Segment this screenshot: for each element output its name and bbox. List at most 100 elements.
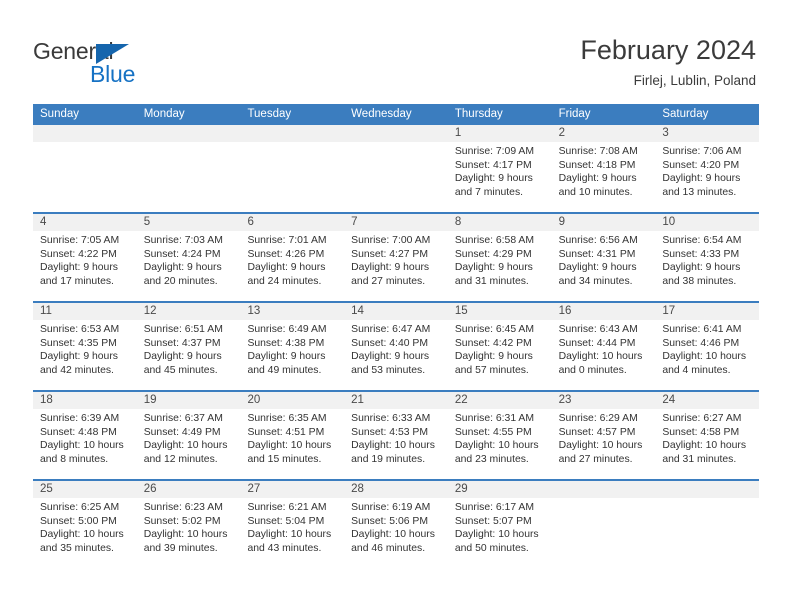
day-number-band: 24 (655, 392, 760, 409)
calendar-day-cell[interactable]: 14 Sunrise: 6:47 AM Sunset: 4:40 PM Dayligh… (344, 303, 448, 390)
page-subtitle: Firlej, Lublin, Poland (633, 73, 756, 88)
day-number-band (33, 125, 137, 142)
day-details (137, 142, 241, 145)
day-number-band: 23 (551, 392, 656, 409)
daylight-text: Daylight: 10 hours (247, 529, 332, 541)
day-number-band: 7 (344, 214, 448, 231)
calendar-day-cell[interactable]: 8 Sunrise: 6:58 AM Sunset: 4:29 PM Daylight… (447, 214, 552, 301)
calendar-day-cell[interactable]: 21 Sunrise: 6:33 AM Sunset: 4:53 PM Dayligh… (344, 392, 448, 479)
daylight-text: Daylight: 10 hours (454, 440, 539, 452)
daylight-text-cont: and 57 minutes. (454, 364, 529, 376)
calendar-day-cell[interactable]: 12 Sunrise: 6:51 AM Sunset: 4:37 PM Dayligh… (136, 303, 241, 390)
daylight-text: Daylight: 9 hours (454, 173, 533, 185)
calendar-day-cell[interactable]: 19 Sunrise: 6:37 AM Sunset: 4:49 PM Dayligh… (136, 392, 241, 479)
calendar-day-cell[interactable]: 24 Sunrise: 6:27 AM Sunset: 4:58 PM Dayligh… (655, 392, 760, 479)
daylight-text: Daylight: 9 hours (247, 351, 326, 363)
calendar-day-cell[interactable]: 3 Sunrise: 7:06 AM Sunset: 4:20 PM Daylight… (655, 125, 760, 212)
calendar-week-row: 4 Sunrise: 7:05 AM Sunset: 4:22 PM Daylight… (33, 212, 760, 301)
daylight-text: Daylight: 9 hours (247, 262, 326, 274)
sunset-text: Sunset: 4:40 PM (351, 337, 428, 349)
day-number: 8 (454, 216, 462, 228)
calendar-day-cell[interactable]: 29 Sunrise: 6:17 AM Sunset: 5:07 PM Dayligh… (447, 481, 552, 568)
day-number-band: 1 (447, 125, 552, 142)
day-details: Sunrise: 6:49 AM Sunset: 4:38 PM Daylight:… (240, 320, 344, 377)
calendar-day-cell[interactable]: 18 Sunrise: 6:39 AM Sunset: 4:48 PM Dayligh… (33, 392, 137, 479)
sunrise-text: Sunrise: 6:49 AM (247, 324, 327, 335)
day-details: Sunrise: 6:37 AM Sunset: 4:49 PM Daylight:… (137, 409, 241, 466)
day-details: Sunrise: 6:47 AM Sunset: 4:40 PM Daylight:… (344, 320, 448, 377)
day-details: Sunrise: 6:53 AM Sunset: 4:35 PM Daylight:… (33, 320, 137, 377)
day-number-band: 18 (33, 392, 137, 409)
sunset-text: Sunset: 4:42 PM (454, 337, 532, 349)
sunset-text: Sunset: 5:07 PM (454, 515, 532, 527)
daylight-text-cont: and 17 minutes. (40, 275, 114, 287)
sunrise-text: Sunrise: 7:08 AM (558, 146, 638, 157)
day-number: 6 (247, 216, 254, 228)
calendar-day-cell[interactable]: 22 Sunrise: 6:31 AM Sunset: 4:55 PM Dayligh… (447, 392, 552, 479)
calendar-day-cell[interactable]: 27 Sunrise: 6:21 AM Sunset: 5:04 PM Dayligh… (240, 481, 345, 568)
sunset-text: Sunset: 4:20 PM (662, 159, 740, 171)
sunset-text: Sunset: 5:06 PM (351, 515, 428, 527)
daylight-text-cont: and 39 minutes. (143, 542, 218, 554)
calendar-day-cell[interactable]: 26 Sunrise: 6:23 AM Sunset: 5:02 PM Dayligh… (136, 481, 241, 568)
calendar-day-cell[interactable]: 4 Sunrise: 7:05 AM Sunset: 4:22 PM Daylight… (33, 214, 137, 301)
daylight-text-cont: and 23 minutes. (454, 453, 529, 465)
sunset-text: Sunset: 4:24 PM (143, 248, 221, 260)
weekday-header-monday: Monday (143, 108, 185, 120)
daylight-text: Daylight: 9 hours (351, 351, 430, 363)
sunrise-text: Sunrise: 6:37 AM (143, 413, 223, 424)
day-details: Sunrise: 6:21 AM Sunset: 5:04 PM Daylight:… (240, 498, 344, 555)
calendar-day-cell[interactable]: 16 Sunrise: 6:43 AM Sunset: 4:44 PM Dayligh… (551, 303, 656, 390)
day-details: Sunrise: 6:54 AM Sunset: 4:33 PM Daylight:… (655, 231, 759, 288)
day-number-band: 14 (344, 303, 448, 320)
sunset-text: Sunset: 5:00 PM (40, 515, 117, 527)
day-number-band: 27 (240, 481, 345, 498)
calendar-day-cell[interactable]: 11 Sunrise: 6:53 AM Sunset: 4:35 PM Dayligh… (33, 303, 137, 390)
day-details: Sunrise: 6:27 AM Sunset: 4:58 PM Daylight:… (655, 409, 759, 466)
daylight-text: Daylight: 10 hours (40, 440, 124, 452)
sunrise-text: Sunrise: 6:47 AM (351, 324, 431, 335)
daylight-text-cont: and 34 minutes. (558, 275, 633, 287)
calendar-day-cell[interactable]: 1 Sunrise: 7:09 AM Sunset: 4:17 PM Daylight… (447, 125, 552, 212)
sunrise-text: Sunrise: 6:56 AM (558, 235, 638, 246)
calendar-day-cell[interactable]: 28 Sunrise: 6:19 AM Sunset: 5:06 PM Dayligh… (344, 481, 448, 568)
calendar-day-cell[interactable]: 7 Sunrise: 7:00 AM Sunset: 4:27 PM Daylight… (344, 214, 448, 301)
day-number-band: 6 (240, 214, 345, 231)
day-details: Sunrise: 6:43 AM Sunset: 4:44 PM Daylight:… (552, 320, 656, 377)
calendar-day-cell[interactable]: 2 Sunrise: 7:08 AM Sunset: 4:18 PM Daylight… (551, 125, 656, 212)
sunset-text: Sunset: 4:27 PM (351, 248, 428, 260)
calendar-day-cell[interactable]: 20 Sunrise: 6:35 AM Sunset: 4:51 PM Dayligh… (240, 392, 345, 479)
sunset-text: Sunset: 4:55 PM (454, 426, 532, 438)
day-number: 3 (662, 127, 669, 139)
sunset-text: Sunset: 4:49 PM (143, 426, 221, 438)
calendar-day-cell[interactable]: 13 Sunrise: 6:49 AM Sunset: 4:38 PM Dayligh… (240, 303, 345, 390)
daylight-text: Daylight: 9 hours (558, 262, 637, 274)
calendar-day-cell[interactable]: 10 Sunrise: 6:54 AM Sunset: 4:33 PM Dayligh… (655, 214, 760, 301)
calendar-grid: Sunday Monday Tuesday Wednesday Thursday Frid… (33, 104, 760, 568)
day-number: 10 (662, 216, 676, 228)
sunrise-text: Sunrise: 6:29 AM (558, 413, 638, 424)
sunrise-text: Sunrise: 6:58 AM (454, 235, 535, 246)
day-number-band: 5 (136, 214, 241, 231)
calendar-day-cell[interactable]: 5 Sunrise: 7:03 AM Sunset: 4:24 PM Daylight… (136, 214, 241, 301)
day-number: 11 (40, 305, 52, 317)
sunset-text: Sunset: 4:22 PM (40, 248, 117, 260)
day-number: 7 (351, 216, 358, 228)
sunrise-text: Sunrise: 6:51 AM (143, 324, 223, 335)
calendar-day-cell[interactable]: 9 Sunrise: 6:56 AM Sunset: 4:31 PM Daylight… (551, 214, 656, 301)
calendar-day-cell[interactable]: 6 Sunrise: 7:01 AM Sunset: 4:26 PM Daylight… (240, 214, 345, 301)
day-number-band: 9 (551, 214, 656, 231)
daylight-text-cont: and 46 minutes. (351, 542, 426, 554)
calendar-day-cell[interactable]: 25 Sunrise: 6:25 AM Sunset: 5:00 PM Dayligh… (33, 481, 137, 568)
sunrise-text: Sunrise: 6:31 AM (454, 413, 535, 424)
day-details: Sunrise: 7:09 AM Sunset: 4:17 PM Daylight:… (448, 142, 552, 199)
sunrise-text: Sunrise: 7:09 AM (454, 146, 535, 157)
calendar-day-cell[interactable]: 15 Sunrise: 6:45 AM Sunset: 4:42 PM Dayligh… (447, 303, 552, 390)
sunrise-text: Sunrise: 6:54 AM (662, 235, 742, 246)
day-number-band: 12 (136, 303, 241, 320)
calendar-day-cell[interactable]: 17 Sunrise: 6:41 AM Sunset: 4:46 PM Dayligh… (655, 303, 760, 390)
day-details: Sunrise: 6:23 AM Sunset: 5:02 PM Daylight:… (137, 498, 241, 555)
day-details: Sunrise: 7:03 AM Sunset: 4:24 PM Daylight:… (137, 231, 241, 288)
daylight-text-cont: and 38 minutes. (662, 275, 737, 287)
calendar-day-cell[interactable]: 23 Sunrise: 6:29 AM Sunset: 4:57 PM Dayligh… (551, 392, 656, 479)
